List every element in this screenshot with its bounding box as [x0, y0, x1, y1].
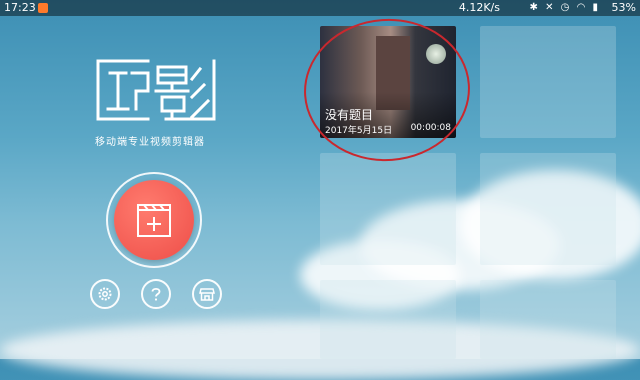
project-duration: 00:00:08 [410, 123, 451, 133]
mute-icon: ✕ [545, 2, 556, 13]
app-logo [96, 55, 216, 125]
thumbnail-light [426, 44, 446, 64]
app-tagline: 移动端专业视频剪辑器 [95, 137, 205, 148]
project-card[interactable]: 没有题目 2017年5月15日 00:00:08 [320, 26, 456, 138]
status-icons: ✱ ✕ ◷ ◠ ▮ [529, 0, 600, 16]
network-speed: 4.12K/s [458, 1, 500, 14]
battery-level: 53% [611, 1, 636, 14]
empty-project-slot[interactable] [320, 280, 456, 359]
new-project-button[interactable] [114, 180, 194, 260]
wifi-icon: ◠ [576, 2, 588, 13]
settings-button[interactable] [90, 279, 120, 309]
project-title: 没有题目 [325, 108, 374, 122]
question-icon [151, 287, 161, 301]
store-button[interactable] [192, 279, 222, 309]
empty-project-slot[interactable] [480, 280, 616, 359]
status-time: 17:23 [4, 1, 36, 14]
bluetooth-icon: ✱ [529, 2, 540, 13]
gear-icon [98, 287, 112, 301]
status-bar: 17:23 4.12K/s ✱ ✕ ◷ ◠ ▮ 53% [0, 0, 640, 16]
store-icon [199, 288, 215, 301]
alarm-icon: ◷ [560, 2, 572, 13]
clapperboard-plus-icon [137, 204, 171, 237]
project-date: 2017年5月15日 [325, 126, 393, 136]
notification-icon [38, 3, 48, 13]
empty-project-slot[interactable] [480, 153, 616, 265]
help-button[interactable] [141, 279, 171, 309]
signal-icon: ▮ [592, 2, 600, 13]
empty-project-slot[interactable] [480, 26, 616, 138]
empty-project-slot[interactable] [320, 153, 456, 265]
